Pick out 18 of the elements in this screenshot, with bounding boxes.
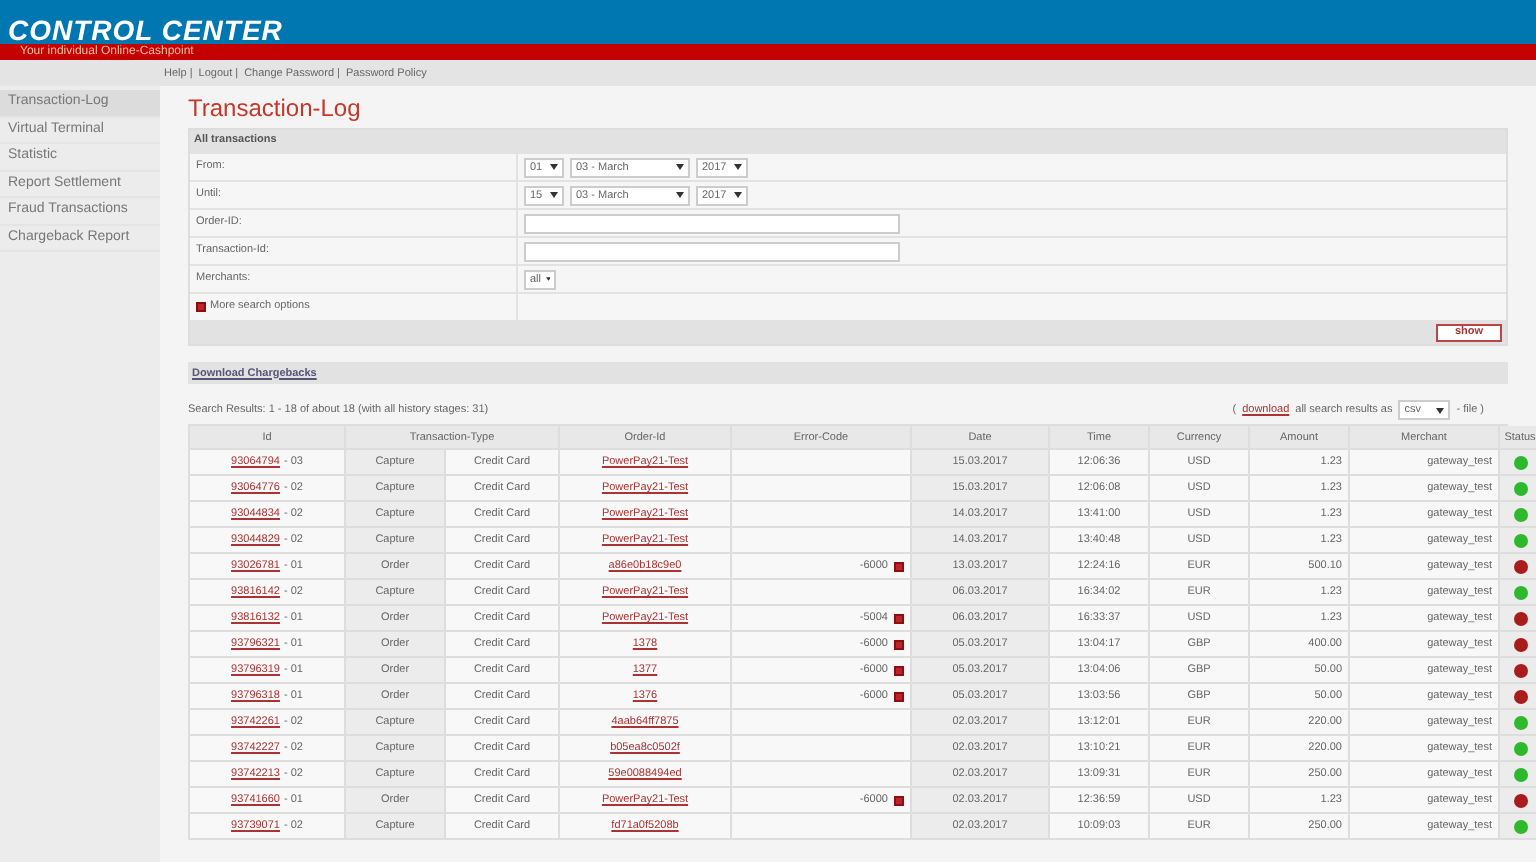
caret-icon [550, 192, 558, 198]
caret-icon [1436, 407, 1445, 413]
error-icon[interactable] [894, 639, 904, 649]
caret-icon [734, 192, 742, 198]
page-title: Transaction-Log [188, 92, 363, 124]
caret-icon [676, 164, 684, 170]
error-icon[interactable] [894, 613, 904, 623]
caret-icon [734, 164, 742, 170]
caret-icon [545, 276, 550, 282]
caret-icon [676, 192, 684, 198]
error-icon[interactable] [894, 561, 904, 571]
input-field[interactable] [524, 213, 900, 233]
caret-icon [550, 164, 558, 170]
logo-text: CONTROL CENTER [8, 16, 283, 44]
input-field[interactable] [524, 241, 900, 261]
error-icon[interactable] [894, 665, 904, 675]
error-icon[interactable] [894, 691, 904, 701]
error-icon[interactable] [894, 795, 904, 805]
